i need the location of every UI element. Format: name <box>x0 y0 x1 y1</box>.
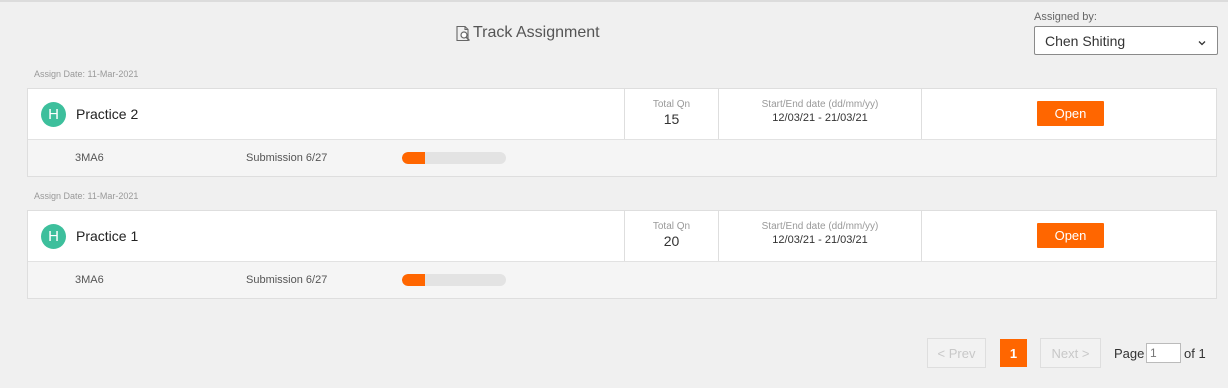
total-qn-column: Total Qn 20 <box>624 211 718 261</box>
action-column: Open <box>921 89 1217 139</box>
date-value: 12/03/21 - 21/03/21 <box>772 234 868 246</box>
submission-count: Submission 6/27 <box>246 152 328 164</box>
current-page-button[interactable]: 1 <box>1000 339 1027 367</box>
submission-progress-fill <box>402 152 426 164</box>
date-column: Start/End date (dd/mm/yy) 12/03/21 - 21/… <box>718 211 921 261</box>
assignment-card: H Practice 1 Total Qn 20 Start/End date … <box>27 210 1217 299</box>
submission-progress-bar <box>402 152 506 164</box>
open-button[interactable]: Open <box>1037 101 1104 126</box>
date-column: Start/End date (dd/mm/yy) 12/03/21 - 21/… <box>718 89 921 139</box>
assigned-by-label: Assigned by: <box>1034 11 1097 23</box>
page-number-input[interactable] <box>1146 343 1181 363</box>
avatar: H <box>41 102 66 127</box>
total-qn-value: 20 <box>663 233 680 249</box>
class-name: 3MA6 <box>75 274 104 286</box>
assigned-by-value: Chen Shiting <box>1045 32 1126 49</box>
avatar: H <box>41 224 66 249</box>
chevron-down-icon <box>1197 35 1207 46</box>
page-title-text: Track Assignment <box>473 24 600 41</box>
top-divider <box>0 0 1228 2</box>
assignment-card-details: 3MA6 Submission 6/27 <box>28 140 1216 176</box>
class-name: 3MA6 <box>75 152 104 164</box>
search-document-icon <box>455 25 472 42</box>
submission-progress-fill <box>402 274 426 286</box>
assignment-card-details: 3MA6 Submission 6/27 <box>28 262 1216 298</box>
page-total-label: of 1 <box>1184 346 1206 361</box>
assigned-by-select[interactable]: Chen Shiting <box>1034 26 1218 55</box>
prev-page-button[interactable]: < Prev <box>927 338 986 368</box>
assignment-card-header: H Practice 2 Total Qn 15 Start/End date … <box>28 89 1216 140</box>
date-label: Start/End date (dd/mm/yy) <box>761 221 879 232</box>
open-button[interactable]: Open <box>1037 223 1104 248</box>
total-qn-column: Total Qn 15 <box>624 89 718 139</box>
total-qn-label: Total Qn <box>652 221 691 232</box>
total-qn-label: Total Qn <box>652 99 691 110</box>
assignment-name: Practice 2 <box>76 106 139 122</box>
action-column: Open <box>921 211 1217 261</box>
next-page-button[interactable]: Next > <box>1040 338 1101 368</box>
submission-progress-bar <box>402 274 506 286</box>
assignment-card-header: H Practice 1 Total Qn 20 Start/End date … <box>28 211 1216 262</box>
assign-date: Assign Date: 11-Mar-2021 <box>34 69 139 79</box>
page-title: Track Assignment <box>455 22 600 44</box>
total-qn-value: 15 <box>663 111 680 127</box>
submission-count: Submission 6/27 <box>246 274 328 286</box>
date-label: Start/End date (dd/mm/yy) <box>761 99 879 110</box>
page-label: Page <box>1114 346 1145 361</box>
assign-date: Assign Date: 11-Mar-2021 <box>34 191 139 201</box>
assignment-name: Practice 1 <box>76 228 139 244</box>
assignment-card: H Practice 2 Total Qn 15 Start/End date … <box>27 88 1217 177</box>
date-value: 12/03/21 - 21/03/21 <box>772 112 868 124</box>
